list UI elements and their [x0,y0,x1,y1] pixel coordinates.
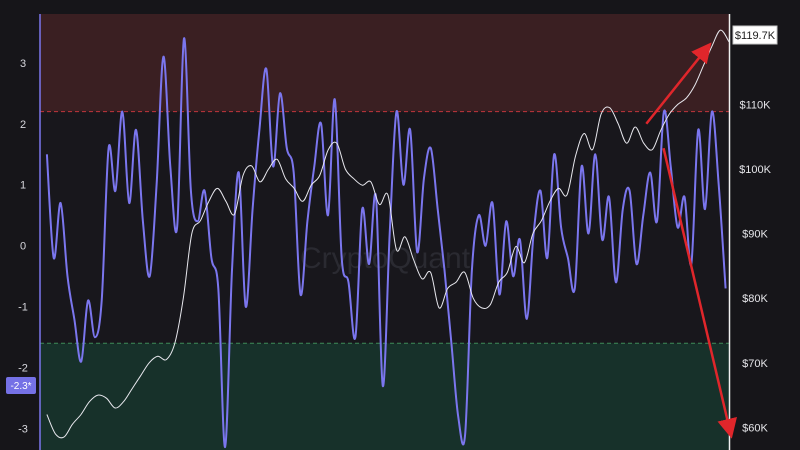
left-tick-label: 2 [20,119,26,131]
band-overheated [40,14,729,112]
left-tick-label: 1 [20,180,26,192]
chart: CryptoQuant -3-2-10123$60K$70K$80K$90K$1… [6,14,778,450]
right-tick-label: $90K [742,229,768,241]
left-tick-label: -1 [18,302,28,314]
left-tick-label: -3 [18,424,28,436]
left-tick-label: 3 [20,58,26,70]
right-current-label: $119.7K [735,30,776,42]
left-tick-label: 0 [20,241,26,253]
left-current-label: -2.3* [10,381,31,392]
right-tick-label: $80K [742,293,768,305]
left-tick-label: -2 [18,363,28,375]
right-tick-label: $70K [742,358,768,370]
right-tick-label: $60K [742,422,768,434]
right-tick-label: $100K [739,164,771,176]
right-tick-label: $110K [740,99,772,111]
